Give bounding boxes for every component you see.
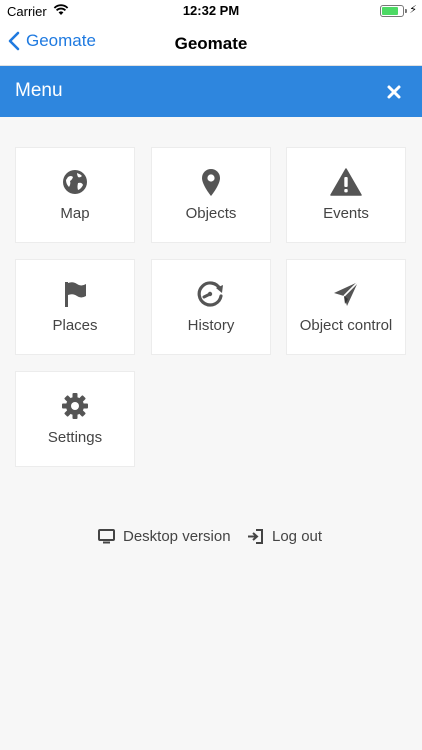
history-icon	[152, 280, 270, 310]
desktop-version-label: Desktop version	[123, 528, 231, 545]
tile-label: Places	[52, 317, 98, 334]
logout-label: Log out	[272, 528, 323, 545]
tile-label: Settings	[47, 429, 103, 446]
tile-label: Map	[60, 205, 90, 222]
desktop-version-link[interactable]: Desktop version	[98, 528, 231, 545]
close-icon	[387, 85, 401, 99]
tile-label: Events	[323, 205, 369, 222]
tile-label: Objects	[185, 205, 237, 222]
tile-places[interactable]: Places	[15, 259, 135, 355]
battery-cap	[405, 9, 407, 13]
logout-icon	[248, 529, 263, 544]
status-bar: Carrier 12:32 PM ⚡	[0, 0, 422, 22]
clock: 12:32 PM	[182, 3, 240, 18]
tile-history[interactable]: History	[151, 259, 271, 355]
globe-icon	[16, 168, 134, 198]
close-menu-button[interactable]	[386, 84, 402, 100]
tile-label: History	[187, 317, 235, 334]
charging-icon: ⚡	[409, 4, 417, 16]
navigation-bar: Geomate Geomate	[0, 22, 422, 66]
gear-icon	[16, 392, 134, 422]
tile-objects[interactable]: Objects	[151, 147, 271, 243]
warning-icon	[287, 168, 405, 198]
tile-label: Object control	[299, 317, 393, 334]
page-title: Geomate	[174, 34, 248, 53]
tile-settings[interactable]: Settings	[15, 371, 135, 467]
flag-icon	[16, 280, 134, 310]
monitor-icon	[98, 529, 115, 544]
tile-object-control[interactable]: Object control	[286, 259, 406, 355]
paper-plane-icon	[287, 280, 405, 310]
logout-link[interactable]: Log out	[247, 528, 322, 545]
tile-map[interactable]: Map	[15, 147, 135, 243]
menu-title: Menu	[15, 80, 63, 101]
map-pin-icon	[152, 168, 270, 198]
battery-icon	[380, 5, 404, 17]
footer-links: Desktop version Log out	[0, 528, 422, 550]
menu-header: Menu	[0, 66, 422, 117]
tile-events[interactable]: Events	[286, 147, 406, 243]
